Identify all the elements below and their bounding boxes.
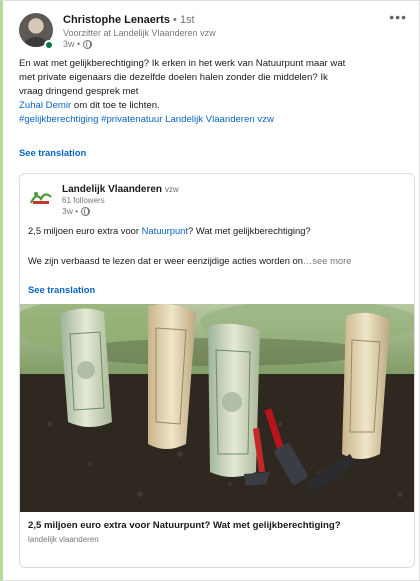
shared-text-body: We zijn verbaasd te lezen dat er weer ee… bbox=[28, 255, 303, 266]
post-header: Christophe Lenaerts • 1st Voorzitter at … bbox=[19, 9, 409, 55]
post-line: vraag dringend gesprek met bbox=[19, 86, 139, 97]
article-title[interactable]: 2,5 miljoen euro extra voor Natuurpunt? … bbox=[28, 520, 341, 531]
connection-degree: • 1st bbox=[173, 14, 195, 26]
more-icon[interactable]: ••• bbox=[389, 9, 407, 25]
article-source: landelijk vlaanderen bbox=[28, 535, 99, 544]
shared-time: 3w • bbox=[62, 206, 79, 216]
shared-post: Landelijk Vlaanderen vzw 61 followers 3w… bbox=[19, 173, 415, 568]
author-name[interactable]: Christophe Lenaerts bbox=[63, 14, 170, 26]
see-translation-button[interactable]: See translation bbox=[19, 147, 86, 158]
hashtag-line[interactable]: #gelijkberechtiging #privatenatuur Lande… bbox=[19, 113, 411, 127]
see-translation-button[interactable]: See translation bbox=[28, 284, 95, 295]
post-line: En wat met gelijkberechtiging? Ik erken … bbox=[19, 58, 346, 69]
org-name[interactable]: Landelijk Vlaanderen bbox=[62, 184, 162, 195]
post-line: met private eigenaars die dezelfde doele… bbox=[19, 72, 328, 83]
org-suffix: vzw bbox=[164, 185, 179, 194]
post-line-rest: om dit toe te lichten. bbox=[71, 100, 160, 111]
shared-text-line: We zijn verbaasd te lezen dat er weer ee… bbox=[28, 254, 412, 267]
feed-post: Christophe Lenaerts • 1st Voorzitter at … bbox=[0, 0, 420, 581]
natuurpunt-link[interactable]: Natuurpunt bbox=[142, 225, 188, 236]
mention-link[interactable]: Zuhal Demir bbox=[19, 100, 71, 111]
author-headline: Voorzitter at Landelijk Vlaanderen vzw bbox=[63, 28, 216, 38]
article-image[interactable] bbox=[20, 304, 414, 512]
shared-text-post: ? Wat met gelijkberechtiging? bbox=[188, 225, 311, 236]
shared-text-pre: 2,5 miljoen euro extra voor bbox=[28, 225, 142, 236]
globe-icon bbox=[83, 39, 93, 49]
online-status-icon bbox=[44, 40, 54, 50]
post-time: 3w • bbox=[63, 39, 81, 49]
post-line: Zuhal Demir om dit toe te lichten. bbox=[19, 99, 411, 113]
shared-timestamp: 3w • bbox=[62, 206, 91, 216]
see-more-button[interactable]: …see more bbox=[303, 255, 351, 266]
post-body: En wat met gelijkberechtiging? Ik erken … bbox=[19, 57, 411, 127]
org-name-line: Landelijk Vlaanderen vzw bbox=[62, 184, 179, 195]
author-name-line: Christophe Lenaerts • 1st bbox=[63, 14, 195, 26]
shared-text-line: 2,5 miljoen euro extra voor Natuurpunt? … bbox=[28, 224, 412, 237]
globe-icon bbox=[81, 206, 91, 216]
org-logo[interactable] bbox=[28, 184, 54, 210]
post-timestamp: 3w • bbox=[63, 39, 93, 49]
org-followers: 61 followers bbox=[62, 196, 105, 205]
